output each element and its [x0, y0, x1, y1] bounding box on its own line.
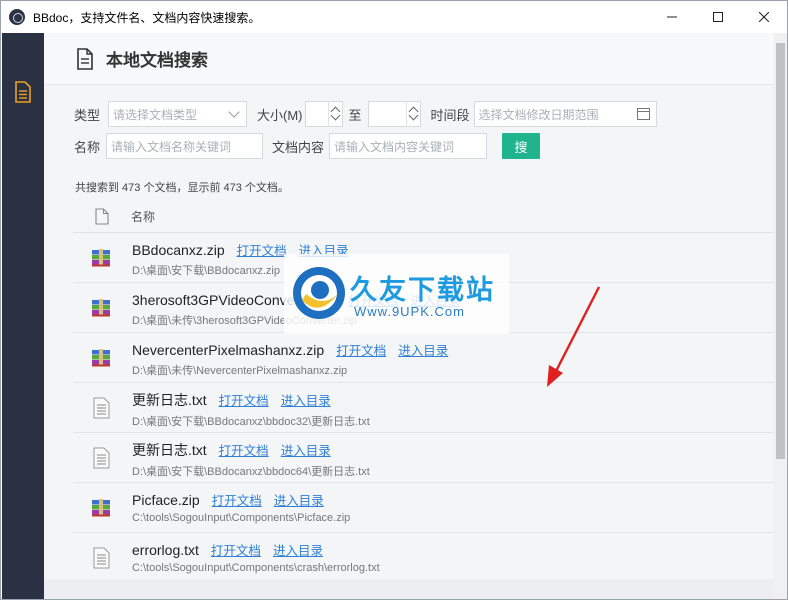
open-directory-link[interactable]: 进入目录 [281, 390, 331, 409]
open-document-link[interactable]: 打开文档 [212, 490, 262, 509]
text-file-icon [90, 397, 112, 419]
close-icon [759, 12, 769, 22]
table-row: 更新日志.txt 打开文档 进入目录 D:\桌面\安下载\BBdocanxz\b… [73, 433, 774, 483]
content-label: 文档内容 [272, 139, 325, 155]
period-label: 时间段 [430, 107, 470, 123]
open-document-link[interactable]: 打开文档 [219, 440, 269, 459]
row-text: 更新日志.txt 打开文档 进入目录 D:\桌面\安下载\BBdocanxz\b… [132, 390, 370, 429]
filter-row-1: 类型 请选择文档类型 大小(M) 至 时间段 选择文档修改日期范围 [74, 101, 657, 127]
row-text: errorlog.txt 打开文档 进入目录 C:\tools\SogouInp… [132, 540, 380, 574]
open-directory-link[interactable]: 进入目录 [398, 340, 448, 359]
content-search-input[interactable]: 请输入文档内容关键词 [329, 133, 488, 159]
type-label: 类型 [74, 107, 101, 123]
file-path: D:\桌面\未传\NevercenterPixelmashanxz.zip [132, 365, 348, 377]
sidebar [2, 33, 44, 599]
open-document-link[interactable]: 打开文档 [336, 340, 386, 359]
table-row: NevercenterPixelmashanxz.zip 打开文档 进入目录 D… [73, 333, 774, 383]
name-label: 名称 [74, 139, 101, 155]
window-title: BBdoc，支持文件名、文档内容快速搜索。 [33, 10, 261, 25]
watermark-overlay: 久友下载站 Www.9UPK.Com [284, 254, 509, 334]
date-range-placeholder: 选择文档修改日期范围 [478, 107, 599, 122]
file-path: D:\桌面\安下载\BBdocanxz\bbdoc64\更新日志.txt [132, 466, 370, 478]
winrar-archive-icon [90, 497, 112, 519]
vertical-scrollbar[interactable] [774, 33, 787, 599]
content-search-placeholder: 请输入文档内容关键词 [334, 139, 455, 154]
maximize-icon [713, 12, 723, 22]
bottom-bar [44, 579, 774, 599]
name-search-placeholder: 请输入文档名称关键词 [111, 139, 232, 154]
file-column-icon [95, 208, 109, 225]
result-count: 共搜索到 473 个文档，显示前 473 个文档。 [75, 182, 289, 194]
row-text: 更新日志.txt 打开文档 进入目录 D:\桌面\安下载\BBdocanxz\b… [132, 440, 370, 479]
app-window: BBdoc，支持文件名、文档内容快速搜索。 本地文档搜索 类型 请选择文档类型 … [0, 0, 788, 600]
date-range-input[interactable]: 选择文档修改日期范围 [473, 101, 657, 127]
table-row: Picface.zip 打开文档 进入目录 C:\tools\SogouInpu… [73, 483, 774, 533]
winrar-archive-icon [90, 297, 112, 319]
open-document-link[interactable]: 打开文档 [237, 240, 287, 259]
open-document-link[interactable]: 打开文档 [211, 540, 261, 559]
open-directory-link[interactable]: 进入目录 [281, 440, 331, 459]
minimize-icon [667, 16, 677, 18]
text-file-icon [90, 547, 112, 569]
row-title-line: NevercenterPixelmashanxz.zip 打开文档 进入目录 [132, 340, 448, 359]
file-name: errorlog.txt [132, 542, 199, 558]
row-title-line: errorlog.txt 打开文档 进入目录 [132, 540, 380, 559]
filter-row-2: 名称 请输入文档名称关键词 文档内容 请输入文档内容关键词 搜 [74, 133, 541, 159]
file-path: C:\tools\SogouInput\Components\Picface.z… [132, 512, 351, 524]
row-title-line: 更新日志.txt 打开文档 进入目录 [132, 440, 370, 460]
window-controls [649, 1, 787, 33]
size-to-label: 至 [348, 107, 362, 123]
red-arrow-annotation-icon [547, 286, 601, 387]
winrar-archive-icon [90, 247, 112, 269]
table-row: 更新日志.txt 打开文档 进入目录 D:\桌面\安下载\BBdocanxz\b… [73, 383, 774, 433]
open-directory-link[interactable]: 进入目录 [273, 540, 323, 559]
stepper-arrows-icon[interactable] [405, 102, 420, 126]
row-title-line: Picface.zip 打开文档 进入目录 [132, 490, 350, 509]
type-select-placeholder: 请选择文档类型 [113, 107, 198, 122]
file-path: D:\桌面\安下载\BBdocanxz\bbdoc32\更新日志.txt [132, 416, 370, 428]
file-name: 更新日志.txt [132, 442, 207, 458]
table-header: 名称 [73, 201, 774, 233]
scrollbar-thumb[interactable] [776, 43, 785, 459]
text-file-icon [90, 447, 112, 469]
file-name: 更新日志.txt [132, 392, 207, 408]
row-title-line: 更新日志.txt 打开文档 进入目录 [132, 390, 370, 410]
size-max-stepper[interactable] [367, 101, 421, 127]
row-text: NevercenterPixelmashanxz.zip 打开文档 进入目录 D… [132, 340, 448, 378]
size-min-stepper[interactable] [304, 101, 343, 127]
type-select[interactable]: 请选择文档类型 [108, 101, 248, 127]
winrar-archive-icon [90, 347, 112, 369]
column-header-name: 名称 [131, 210, 156, 224]
close-button[interactable] [741, 1, 787, 33]
table-row: errorlog.txt 打开文档 进入目录 C:\tools\SogouInp… [73, 533, 774, 583]
calendar-icon[interactable] [636, 108, 650, 120]
file-name: NevercenterPixelmashanxz.zip [132, 342, 325, 358]
stepper-arrows-icon[interactable] [327, 102, 342, 126]
file-name: Picface.zip [132, 492, 200, 508]
app-logo-icon [9, 9, 25, 25]
minimize-button[interactable] [649, 1, 695, 33]
title-bar: BBdoc，支持文件名、文档内容快速搜索。 [1, 1, 787, 33]
search-button[interactable]: 搜 [502, 133, 541, 159]
page-title: 本地文档搜索 [106, 51, 208, 70]
name-search-input[interactable]: 请输入文档名称关键词 [106, 133, 264, 159]
open-document-link[interactable]: 打开文档 [219, 390, 269, 409]
file-name: BBdocanxz.zip [132, 242, 225, 258]
open-directory-link[interactable]: 进入目录 [274, 490, 324, 509]
row-text: Picface.zip 打开文档 进入目录 C:\tools\SogouInpu… [132, 490, 350, 524]
chevron-down-icon [228, 106, 240, 118]
document-nav-icon[interactable] [14, 81, 32, 103]
size-label: 大小(M) [257, 107, 303, 123]
document-icon [77, 47, 93, 70]
watermark-logo-icon [293, 267, 345, 319]
watermark-url: Www.9UPK.Com [354, 304, 465, 319]
watermark-brand: 久友下载站 [350, 275, 495, 305]
page-header: 本地文档搜索 [44, 33, 774, 85]
file-path: C:\tools\SogouInput\Components\crash\err… [132, 562, 380, 574]
maximize-button[interactable] [695, 1, 741, 33]
